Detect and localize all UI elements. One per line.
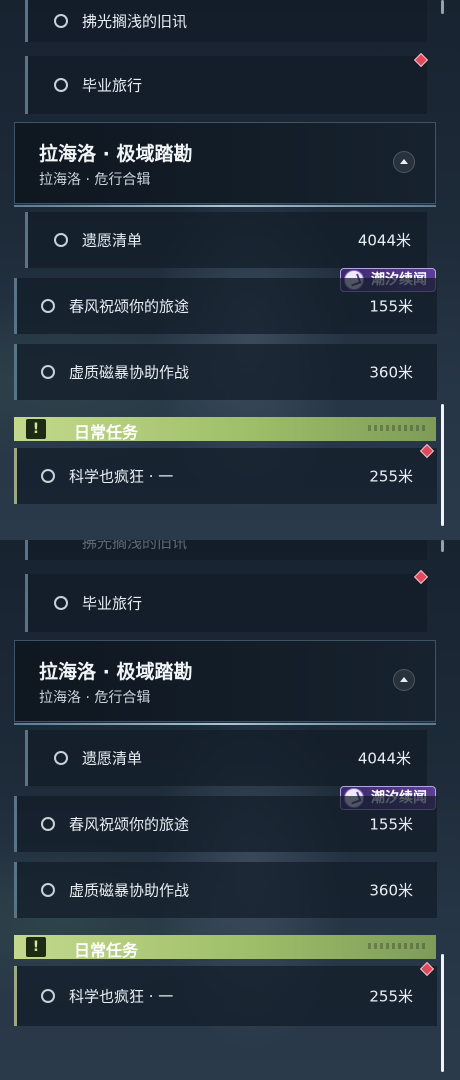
quest-item[interactable]: 春风祝颂你的旅途 155米 bbox=[14, 278, 437, 334]
daily-tasks-header[interactable]: ! 日常任务 bbox=[14, 417, 436, 442]
daily-quest-item[interactable]: 科学也疯狂 · 一 255米 bbox=[14, 966, 437, 1026]
quest-item-graduation[interactable]: 毕业旅行 bbox=[25, 56, 427, 114]
quest-circle-icon bbox=[54, 233, 68, 247]
quest-label: 虚质磁暴协助作战 bbox=[69, 881, 190, 900]
quest-circle-icon bbox=[54, 596, 68, 610]
quest-distance: 155米 bbox=[369, 297, 413, 316]
quest-distance: 360米 bbox=[369, 363, 413, 382]
exclamation-icon: ! bbox=[26, 419, 46, 439]
daily-tasks-header[interactable]: ! 日常任务 bbox=[14, 935, 436, 960]
quest-panel-bottom: 拂光搁浅的旧讯 毕业旅行 拉海洛 · 极域踏勘 拉海洛 · 危行合辑 遗愿清单 … bbox=[0, 540, 460, 1080]
quest-circle-icon bbox=[41, 883, 55, 897]
chapter-header[interactable]: 拉海洛 · 极域踏勘 拉海洛 · 危行合辑 bbox=[14, 640, 436, 725]
quest-distance: 155米 bbox=[369, 815, 413, 834]
scrollbar-thumb[interactable] bbox=[441, 404, 444, 526]
quest-circle-icon bbox=[41, 817, 55, 831]
collapse-arrow-icon[interactable] bbox=[393, 151, 415, 173]
daily-title: 日常任务 bbox=[74, 941, 139, 960]
quest-item[interactable]: 遗愿清单 4044米 bbox=[25, 212, 427, 268]
chapter-subtitle: 拉海洛 · 危行合辑 bbox=[39, 172, 151, 188]
quest-distance: 255米 bbox=[369, 987, 413, 1006]
quest-label: 毕业旅行 bbox=[82, 76, 143, 95]
quest-panel-top: 拂光搁浅的旧讯 毕业旅行 拉海洛 · 极域踏勘 拉海洛 · 危行合辑 遗愿清单 … bbox=[0, 0, 460, 540]
daily-quest-item[interactable]: 科学也疯狂 · 一 255米 bbox=[14, 448, 437, 504]
collapse-arrow-icon[interactable] bbox=[393, 669, 415, 691]
quest-label: 科学也疯狂 · 一 bbox=[69, 987, 174, 1006]
quest-circle-icon bbox=[54, 751, 68, 765]
quest-item[interactable]: 虚质磁暴协助作战 360米 bbox=[14, 862, 437, 918]
quest-label: 拂光搁浅的旧讯 bbox=[82, 540, 188, 552]
quest-item-prev[interactable]: 拂光搁浅的旧讯 bbox=[25, 540, 427, 560]
quest-circle-icon bbox=[54, 78, 68, 92]
quest-label: 毕业旅行 bbox=[82, 594, 143, 613]
scrollbar-thumb[interactable] bbox=[441, 954, 444, 1072]
quest-label: 科学也疯狂 · 一 bbox=[69, 467, 174, 486]
quest-label: 遗愿清单 bbox=[82, 749, 143, 768]
quest-label: 春风祝颂你的旅途 bbox=[69, 297, 190, 316]
quest-item[interactable]: 春风祝颂你的旅途 155米 bbox=[14, 796, 437, 852]
quest-label: 拂光搁浅的旧讯 bbox=[82, 12, 188, 31]
chapter-underline bbox=[14, 723, 436, 725]
quest-item[interactable]: 虚质磁暴协助作战 360米 bbox=[14, 344, 437, 400]
scrollbar-track-top bbox=[441, 0, 444, 14]
quest-item[interactable]: 遗愿清单 4044米 bbox=[25, 730, 427, 786]
scrollbar-track-top bbox=[441, 540, 444, 552]
quest-circle-icon bbox=[54, 14, 68, 28]
exclamation-icon: ! bbox=[26, 937, 46, 957]
quest-distance: 360米 bbox=[369, 881, 413, 900]
header-decoration bbox=[368, 425, 428, 431]
quest-label: 春风祝颂你的旅途 bbox=[69, 815, 190, 834]
quest-circle-icon bbox=[41, 365, 55, 379]
quest-circle-icon bbox=[41, 469, 55, 483]
quest-item-prev[interactable]: 拂光搁浅的旧讯 bbox=[25, 0, 427, 42]
daily-title: 日常任务 bbox=[74, 423, 139, 442]
quest-distance: 4044米 bbox=[357, 231, 411, 250]
chapter-title: 拉海洛 · 极域踏勘 bbox=[39, 661, 193, 683]
quest-circle-icon bbox=[41, 299, 55, 313]
chapter-subtitle: 拉海洛 · 危行合辑 bbox=[39, 690, 151, 706]
quest-distance: 255米 bbox=[369, 467, 413, 486]
quest-circle-icon bbox=[41, 989, 55, 1003]
chapter-underline bbox=[14, 205, 436, 207]
quest-distance: 4044米 bbox=[357, 749, 411, 768]
quest-item-graduation[interactable]: 毕业旅行 bbox=[25, 574, 427, 632]
header-decoration bbox=[368, 943, 428, 949]
chapter-title: 拉海洛 · 极域踏勘 bbox=[39, 143, 193, 165]
quest-label: 虚质磁暴协助作战 bbox=[69, 363, 190, 382]
chapter-header[interactable]: 拉海洛 · 极域踏勘 拉海洛 · 危行合辑 bbox=[14, 122, 436, 207]
quest-label: 遗愿清单 bbox=[82, 231, 143, 250]
